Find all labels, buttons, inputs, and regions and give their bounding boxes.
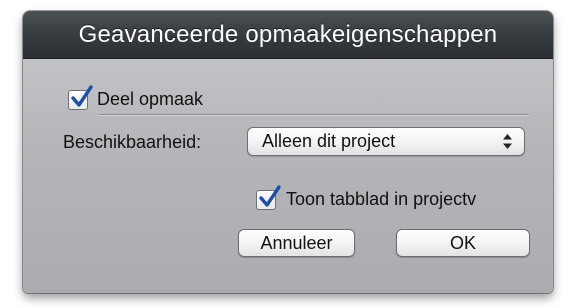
share-format-label: Deel opmaak bbox=[97, 89, 204, 109]
advanced-format-dialog: Geavanceerde opmaakeigenschappen Deel op… bbox=[23, 11, 553, 293]
availability-select[interactable]: Alleen dit project bbox=[247, 127, 525, 156]
show-tab-checkbox[interactable] bbox=[256, 184, 281, 210]
checkmark-icon bbox=[259, 184, 281, 207]
show-tab-option[interactable]: Toon tabblad in projectv bbox=[256, 184, 477, 210]
dialog-title: Geavanceerde opmaakeigenschappen bbox=[78, 20, 498, 48]
section-divider bbox=[99, 114, 529, 116]
availability-label: Beschikbaarheid: bbox=[63, 132, 202, 152]
dialog-titlebar: Geavanceerde opmaakeigenschappen bbox=[23, 11, 553, 59]
checkmark-icon bbox=[71, 84, 93, 107]
up-down-arrows-icon bbox=[503, 134, 512, 149]
show-tab-label: Toon tabblad in projectv bbox=[286, 189, 477, 209]
ok-button[interactable]: OK bbox=[396, 229, 530, 257]
availability-selected-value: Alleen dit project bbox=[262, 131, 396, 151]
share-format-checkbox[interactable] bbox=[68, 84, 93, 110]
screen: Geavanceerde opmaakeigenschappen Deel op… bbox=[0, 0, 576, 308]
cancel-button[interactable]: Annuleer bbox=[238, 229, 355, 257]
share-format-option[interactable]: Deel opmaak bbox=[68, 84, 204, 110]
